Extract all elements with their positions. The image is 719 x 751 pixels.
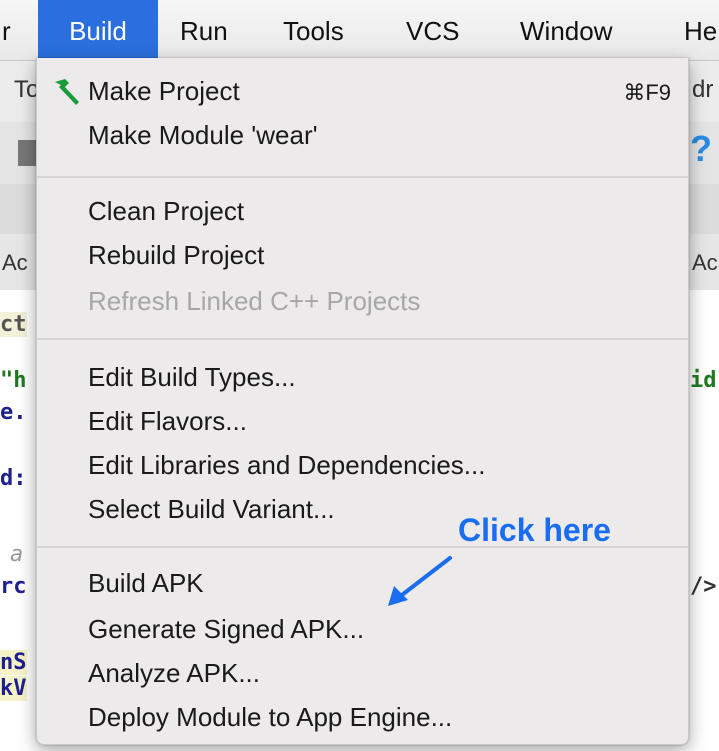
nav-fragment-right: dr [692, 76, 714, 103]
menu-item-make-module[interactable]: Make Module 'wear' [88, 120, 318, 150]
menu-separator [37, 338, 688, 340]
code-fragment: nS [0, 650, 27, 675]
menu-vcs[interactable]: VCS [406, 0, 459, 60]
menu-item-clean-project[interactable]: Clean Project [88, 196, 244, 226]
code-fragment: kV [0, 676, 27, 701]
code-fragment: id [690, 368, 717, 393]
menu-item-rebuild-project[interactable]: Rebuild Project [88, 240, 264, 270]
code-fragment: a [10, 542, 24, 567]
code-fragment: "h [0, 368, 27, 393]
hammer-icon [55, 79, 79, 105]
tab-right[interactable]: Ac [692, 250, 718, 276]
annotation-label: Click here [458, 512, 611, 548]
menu-bar: r Build Run Tools VCS Window He [0, 0, 719, 61]
code-fragment: /> [690, 574, 717, 599]
menu-item-generate-signed-apk[interactable]: Generate Signed APK... [88, 614, 364, 644]
menu-item-analyze-apk[interactable]: Analyze APK... [88, 658, 260, 688]
code-fragment: rc [0, 574, 27, 599]
menu-build[interactable]: Build [38, 0, 158, 60]
build-menu: Make Project ⌘F9 Make Module 'wear' Clea… [36, 58, 689, 745]
code-fragment: d: [0, 466, 27, 491]
tab-left[interactable]: Ac [2, 250, 28, 276]
menu-help[interactable]: He [684, 0, 717, 60]
annotation-arrow-icon [388, 556, 452, 606]
code-fragment: ct [0, 312, 27, 337]
shortcut-label: ⌘F9 [623, 80, 671, 105]
menu-item-label: Make Project [88, 76, 240, 106]
menu-item-build-apk[interactable]: Build APK [88, 568, 204, 598]
code-fragment: e. [0, 400, 27, 425]
menu-item-edit-build-types[interactable]: Edit Build Types... [88, 362, 296, 392]
menu-window[interactable]: Window [520, 0, 612, 60]
menu-item-edit-libraries[interactable]: Edit Libraries and Dependencies... [88, 450, 485, 480]
help-icon[interactable]: ? [690, 128, 712, 170]
menu-file[interactable]: r [2, 0, 11, 60]
menu-item-edit-flavors[interactable]: Edit Flavors... [88, 406, 247, 436]
menu-item-refresh-cpp: Refresh Linked C++ Projects [88, 286, 421, 316]
stop-icon[interactable] [18, 140, 36, 166]
menu-item-deploy-app-engine[interactable]: Deploy Module to App Engine... [88, 702, 452, 732]
menu-item-select-build-variant[interactable]: Select Build Variant... [88, 494, 335, 524]
menu-separator [37, 176, 688, 178]
menu-tools[interactable]: Tools [283, 0, 344, 60]
menu-run[interactable]: Run [180, 0, 228, 60]
